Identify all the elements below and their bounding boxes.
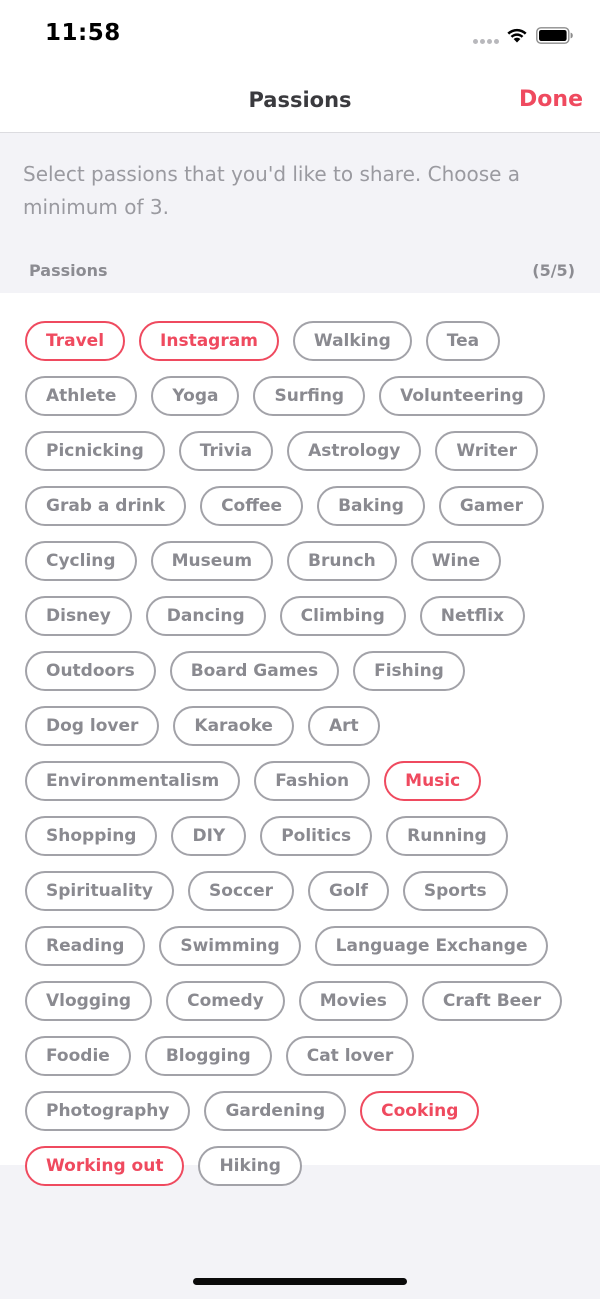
- passion-chip[interactable]: Disney: [25, 596, 132, 636]
- passion-chip[interactable]: Athlete: [25, 376, 138, 416]
- passion-chip[interactable]: Music: [384, 761, 482, 801]
- passion-chip[interactable]: Astrology: [287, 431, 422, 471]
- passion-chip[interactable]: Blogging: [144, 1036, 272, 1076]
- passion-chip[interactable]: Vlogging: [25, 981, 153, 1021]
- passion-chip[interactable]: Movies: [298, 981, 408, 1021]
- passion-chip[interactable]: Trivia: [178, 431, 274, 471]
- battery-icon: [536, 27, 573, 44]
- home-indicator[interactable]: [193, 1278, 407, 1285]
- passion-chip[interactable]: Soccer: [188, 871, 295, 911]
- passion-chip[interactable]: Brunch: [287, 541, 397, 581]
- passion-chip[interactable]: Cat lover: [285, 1036, 415, 1076]
- passion-chip[interactable]: Volunteering: [379, 376, 545, 416]
- passion-chip[interactable]: Politics: [260, 816, 373, 856]
- passion-chip[interactable]: DIY: [171, 816, 247, 856]
- passion-chip[interactable]: Tea: [425, 321, 501, 361]
- passion-chip[interactable]: Hiking: [198, 1146, 302, 1186]
- passion-chip[interactable]: Netflix: [419, 596, 526, 636]
- passion-chip[interactable]: Museum: [150, 541, 274, 581]
- passion-chip[interactable]: Climbing: [279, 596, 406, 636]
- passion-chip[interactable]: Gamer: [438, 486, 544, 526]
- passion-chip[interactable]: Cycling: [25, 541, 137, 581]
- passion-chip[interactable]: Photography: [25, 1091, 191, 1131]
- nav-bar: Passions Done: [0, 70, 600, 133]
- selection-count: (5/5): [532, 261, 575, 280]
- passion-chip[interactable]: Swimming: [159, 926, 301, 966]
- passion-chip[interactable]: Wine: [410, 541, 501, 581]
- passion-chip[interactable]: Fashion: [254, 761, 371, 801]
- passion-chip[interactable]: Writer: [435, 431, 539, 471]
- page-title: Passions: [248, 88, 352, 112]
- passion-chip[interactable]: Sports: [402, 871, 508, 911]
- status-time: 11:58: [45, 20, 121, 46]
- passion-chip[interactable]: Shopping: [25, 816, 158, 856]
- passion-chip[interactable]: Cooking: [360, 1091, 480, 1131]
- passion-chip[interactable]: Comedy: [166, 981, 285, 1021]
- passion-chip[interactable]: Karaoke: [173, 706, 294, 746]
- passion-chip[interactable]: Foodie: [25, 1036, 131, 1076]
- passions-chip-list: Travel Instagram Walking Tea Athlete Yoga Surf…: [25, 321, 585, 1186]
- passions-screen: 11:58 Passions Done Select passions that…: [0, 0, 600, 1299]
- passion-chip[interactable]: Running: [386, 816, 508, 856]
- section-header: Passions (5/5): [0, 250, 600, 293]
- passions-panel: Travel Instagram Walking Tea Athlete Yoga Surf…: [0, 293, 600, 1186]
- passion-chip[interactable]: Spirituality: [25, 871, 175, 911]
- passion-chip[interactable]: Working out: [25, 1146, 185, 1186]
- passion-chip[interactable]: Reading: [25, 926, 146, 966]
- passion-chip[interactable]: Travel: [25, 321, 126, 361]
- passion-chip[interactable]: Coffee: [200, 486, 304, 526]
- passion-chip[interactable]: Environmentalism: [25, 761, 241, 801]
- passion-chip[interactable]: Board Games: [169, 651, 340, 691]
- status-bar: 11:58: [0, 0, 600, 70]
- passion-chip[interactable]: Surfing: [253, 376, 366, 416]
- passion-chip[interactable]: Gardening: [204, 1091, 347, 1131]
- passion-chip[interactable]: Grab a drink: [25, 486, 187, 526]
- passion-chip[interactable]: Fishing: [353, 651, 465, 691]
- passion-chip[interactable]: Craft Beer: [421, 981, 563, 1021]
- section-title: Passions: [29, 261, 108, 280]
- passion-chip[interactable]: Dancing: [145, 596, 266, 636]
- passion-chip[interactable]: Picnicking: [25, 431, 165, 471]
- passion-chip[interactable]: Art: [307, 706, 380, 746]
- instructions-text: Select passions that you'd like to share…: [23, 162, 521, 219]
- passion-chip[interactable]: Instagram: [139, 321, 279, 361]
- done-button[interactable]: Done: [519, 87, 583, 112]
- passion-chip[interactable]: Walking: [292, 321, 412, 361]
- wifi-icon: [507, 28, 527, 43]
- passion-chip[interactable]: Baking: [317, 486, 425, 526]
- passion-chip[interactable]: Language Exchange: [314, 926, 549, 966]
- passion-chip[interactable]: Golf: [308, 871, 389, 911]
- signal-dots-icon: [473, 39, 501, 45]
- passion-chip[interactable]: Dog lover: [25, 706, 160, 746]
- passion-chip[interactable]: Outdoors: [25, 651, 156, 691]
- passion-chip[interactable]: Yoga: [151, 376, 240, 416]
